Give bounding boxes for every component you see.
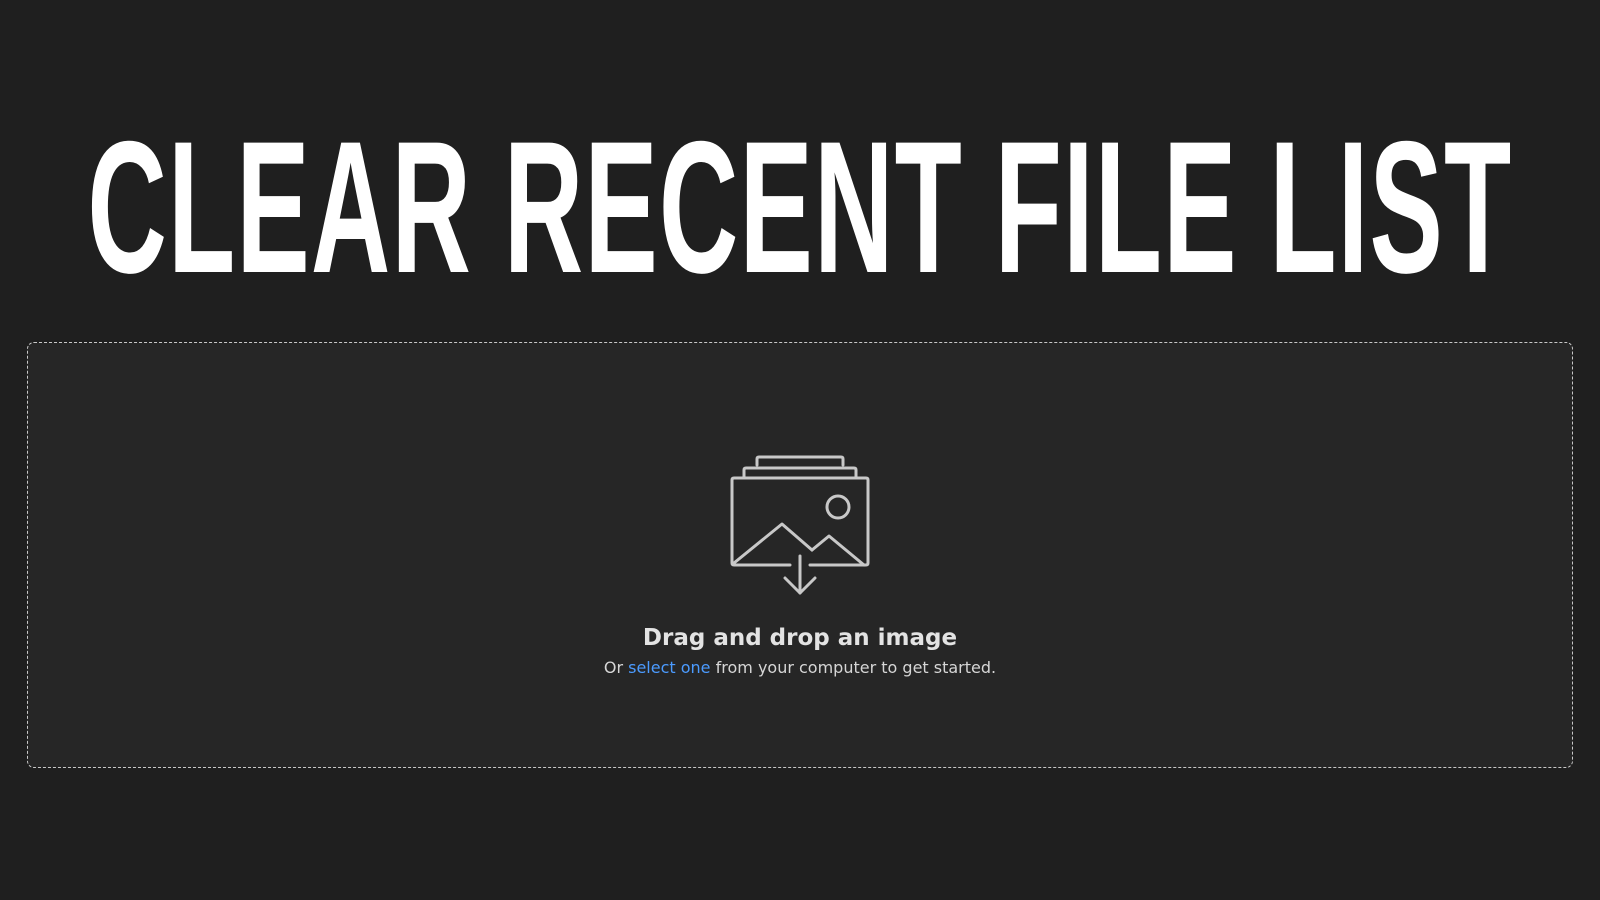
dropzone-content: Drag and drop an image Or select one fro… — [28, 453, 1572, 679]
dropzone-title: Drag and drop an image — [642, 625, 958, 651]
image-dropzone[interactable]: Drag and drop an image Or select one fro… — [27, 342, 1573, 768]
page-headline: CLEAR RECENT FILE LIST — [0, 112, 1600, 302]
subtitle-prefix: Or — [603, 658, 624, 677]
headline-text: CLEAR RECENT FILE LIST — [87, 112, 1513, 302]
image-upload-icon — [730, 453, 870, 595]
select-file-link[interactable]: select one — [628, 658, 710, 677]
subtitle-suffix: from your computer to get started. — [715, 658, 997, 677]
dropzone-subtitle: Or select one from your computer to get … — [604, 657, 996, 679]
